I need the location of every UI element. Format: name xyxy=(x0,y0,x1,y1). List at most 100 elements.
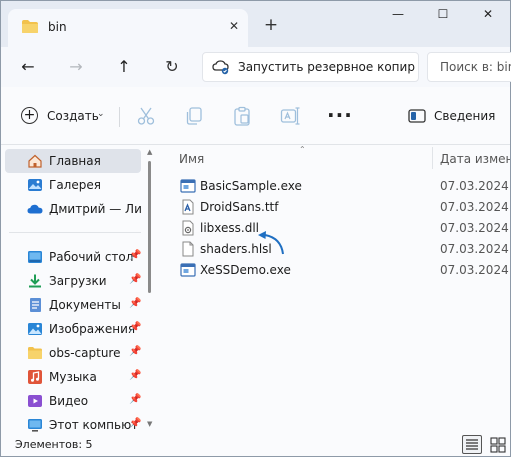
close-tab-icon[interactable]: ✕ xyxy=(225,17,243,35)
pin-icon: 📌 xyxy=(129,274,142,285)
sidebar-item-music[interactable]: Музыка 📌 xyxy=(5,365,141,389)
sidebar-item-downloads[interactable]: Загрузки 📌 xyxy=(5,269,141,293)
sidebar-scrollbar[interactable] xyxy=(148,161,151,293)
tab-bar: bin ✕ + — ☐ ✕ xyxy=(1,1,510,47)
sidebar-item-obs-capture[interactable]: obs-capture 📌 xyxy=(5,341,141,365)
documents-icon xyxy=(27,297,43,313)
sidebar-item-label: Галерея xyxy=(49,178,101,192)
back-button[interactable]: ← xyxy=(15,55,41,79)
table-row[interactable]: DroidSans.ttf 07.03.2024 18: xyxy=(172,196,510,217)
desktop-icon xyxy=(27,249,43,265)
sort-arrow-icon: ⌃ xyxy=(299,145,306,154)
scroll-up-arrow[interactable]: ▲ xyxy=(147,148,152,156)
sidebar-item-label: Видео xyxy=(49,394,89,408)
tiles-view-button[interactable] xyxy=(489,436,507,454)
table-row[interactable]: libxess.dll 07.03.2024 18: xyxy=(172,217,510,238)
sidebar-item-this-pc[interactable]: Этот компьют 📌 xyxy=(5,413,141,433)
file-date: 07.03.2024 18: xyxy=(440,179,510,193)
dll-icon xyxy=(180,220,196,236)
refresh-button[interactable]: ↻ xyxy=(159,55,185,79)
search-box[interactable]: Поиск в: bin xyxy=(427,52,511,82)
file-name: XeSSDemo.exe xyxy=(200,263,291,277)
sidebar-item-video[interactable]: Видео 📌 xyxy=(5,389,141,413)
gallery-icon xyxy=(27,177,43,193)
pin-icon: 📌 xyxy=(129,322,142,333)
rename-icon[interactable] xyxy=(279,105,301,127)
table-row[interactable]: shaders.hlsl 07.03.2024 18: xyxy=(172,238,510,259)
sidebar-item-home[interactable]: Главная xyxy=(5,149,141,173)
exe-icon xyxy=(180,262,196,278)
music-icon xyxy=(27,369,43,385)
exe-icon xyxy=(180,178,196,194)
video-icon xyxy=(27,393,43,409)
sidebar-item-label: Документы xyxy=(49,298,121,312)
details-pane-icon xyxy=(408,108,426,127)
details-label: Сведения xyxy=(434,109,496,123)
font-icon xyxy=(180,199,196,215)
file-date: 07.03.2024 18: xyxy=(440,242,510,256)
status-bar: Элементов: 5 xyxy=(1,433,510,456)
file-date: 07.03.2024 18: xyxy=(440,221,510,235)
folder-icon xyxy=(27,345,43,361)
create-label: Создать xyxy=(47,109,99,123)
sidebar-item-label: Дмитрий — Личн xyxy=(49,202,141,216)
computer-icon xyxy=(27,417,43,433)
sidebar-item-desktop[interactable]: Рабочий стол 📌 xyxy=(5,245,141,269)
pin-icon: 📌 xyxy=(129,250,142,261)
cloud-icon xyxy=(27,201,43,217)
sidebar-item-pictures[interactable]: Изображения 📌 xyxy=(5,317,141,341)
tab-title: bin xyxy=(48,20,67,34)
cut-icon[interactable] xyxy=(135,105,157,127)
details-view-button[interactable] xyxy=(462,435,482,454)
pin-icon: 📌 xyxy=(129,346,142,357)
file-name: BasicSample.exe xyxy=(200,179,302,193)
maximize-button[interactable]: ☐ xyxy=(428,7,458,27)
sidebar-item-label: Загрузки xyxy=(49,274,107,288)
address-row: ← → ↑ ↻ Запустить резервное копир Поиск … xyxy=(1,47,511,87)
scroll-down-arrow[interactable]: ▼ xyxy=(147,420,152,428)
tab-bin[interactable]: bin ✕ xyxy=(8,9,248,47)
sidebar-item-label: Этот компьют xyxy=(49,418,139,432)
sidebar-item-label: Изображения xyxy=(49,322,136,336)
column-divider[interactable] xyxy=(432,147,433,169)
copy-icon[interactable] xyxy=(183,105,205,127)
file-explorer-window: bin ✕ + — ☐ ✕ ← → ↑ ↻ Запустить резервно… xyxy=(0,0,511,457)
search-placeholder: Поиск в: bin xyxy=(440,60,511,74)
file-date: 07.03.2024 18: xyxy=(440,200,510,214)
download-icon xyxy=(27,273,43,289)
table-row[interactable]: BasicSample.exe 07.03.2024 18: xyxy=(172,175,510,196)
column-header-name[interactable]: Имя xyxy=(179,152,204,166)
minimize-button[interactable]: — xyxy=(383,7,413,27)
sidebar-item-gallery[interactable]: Галерея xyxy=(5,173,141,197)
file-icon xyxy=(180,241,196,257)
sidebar-item-label: Музыка xyxy=(49,370,97,384)
sidebar-item-documents[interactable]: Документы 📌 xyxy=(5,293,141,317)
sidebar-item-onedrive[interactable]: Дмитрий — Личн xyxy=(5,197,141,221)
file-name: libxess.dll xyxy=(200,221,260,235)
navigation-pane: Главная Галерея Дмитрий — Личн Рабочий с… xyxy=(1,145,158,433)
column-header-date[interactable]: Дата изменен xyxy=(440,152,510,166)
table-row[interactable]: XeSSDemo.exe 07.03.2024 18: xyxy=(172,259,510,280)
paste-icon[interactable] xyxy=(231,105,253,127)
pictures-icon xyxy=(27,321,43,337)
close-window-button[interactable]: ✕ xyxy=(473,7,503,27)
file-list: Имя ⌃ Дата изменен BasicSample.exe 07.03… xyxy=(158,145,510,433)
address-bar[interactable]: Запустить резервное копир xyxy=(202,52,419,82)
up-button[interactable]: ↑ xyxy=(111,55,137,79)
pin-icon: 📌 xyxy=(129,394,142,405)
more-options-button[interactable]: ··· xyxy=(327,103,353,127)
file-date: 07.03.2024 18: xyxy=(440,263,510,277)
forward-button[interactable]: → xyxy=(63,55,89,79)
pin-icon: 📌 xyxy=(129,298,142,309)
pin-icon: 📌 xyxy=(129,418,142,429)
new-tab-button[interactable]: + xyxy=(261,15,281,35)
plus-icon: + xyxy=(21,107,38,124)
backup-cloud-icon xyxy=(212,59,230,78)
chevron-down-icon: ⌄ xyxy=(97,109,105,119)
sidebar-item-label: Рабочий стол xyxy=(49,250,134,264)
toolbar-separator xyxy=(119,107,120,127)
annotation-arrow-icon xyxy=(253,228,287,261)
pin-icon: 📌 xyxy=(129,370,142,381)
sidebar-item-label: Главная xyxy=(49,154,101,168)
command-bar: + Создать ⌄ ··· Сведения xyxy=(1,87,510,145)
